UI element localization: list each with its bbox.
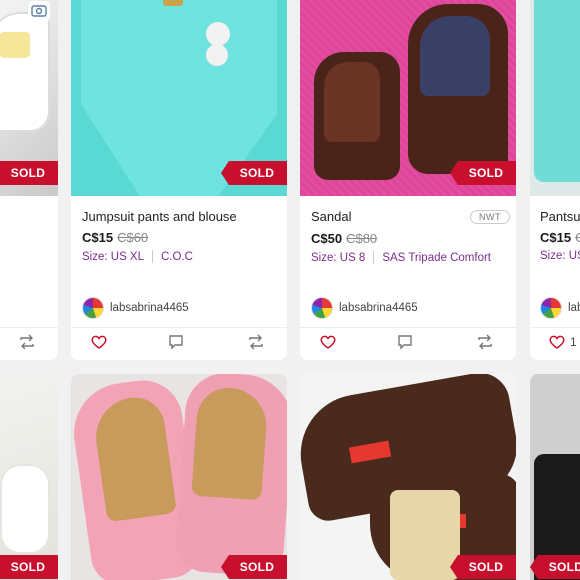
listing-price: C$15 C$60 — [82, 230, 148, 245]
listing-image[interactable] — [530, 374, 580, 580]
brand-label[interactable]: SAS Tripade Comfort — [382, 252, 491, 264]
listing-title[interactable]: Pantsui — [540, 209, 580, 224]
heart-icon[interactable] — [90, 333, 108, 351]
seller[interactable]: labsabrina4465 — [82, 297, 189, 319]
listing-price: C$15 C — [540, 230, 580, 245]
listing-card-partial-right[interactable]: SOLD — [530, 374, 580, 580]
original-price: C$60 — [117, 230, 149, 245]
listing-meta: Size: US 8 SAS Tripade Comfort — [311, 251, 491, 264]
listing-card[interactable]: SOLD — [71, 374, 287, 580]
avatar[interactable] — [311, 297, 333, 319]
listing-grid: SOLD SOLD Jumpsuit pants and blouse C$15… — [0, 0, 580, 580]
size-label[interactable]: Size: US 8 — [311, 252, 365, 264]
listing-title[interactable]: Jumpsuit pants and blouse — [82, 209, 237, 224]
listing-image[interactable] — [300, 374, 516, 580]
divider — [71, 327, 287, 328]
sold-badge: SOLD — [0, 555, 58, 579]
listing-image[interactable] — [71, 374, 287, 580]
seller[interactable]: lab — [540, 297, 580, 319]
listing-card-partial-left[interactable]: SOLD — [0, 374, 58, 580]
size-label[interactable]: Size: US XL — [82, 251, 144, 263]
avatar[interactable] — [540, 297, 562, 319]
listing-title[interactable]: Sandal — [311, 209, 351, 224]
listing-card-partial-right[interactable]: Pantsui C$15C Size: US lab 1 — [530, 0, 580, 360]
sold-badge: SOLD — [450, 555, 516, 579]
listing-card[interactable]: SOLD Sandal NWT C$50 C$80 Size: US 8 SAS T… — [300, 0, 516, 360]
sold-badge: SOLD — [530, 555, 580, 579]
share-icon[interactable] — [476, 333, 494, 351]
sold-badge: SOLD — [0, 161, 58, 185]
listing-meta: Size: US XL C.O.C — [82, 250, 193, 263]
sold-badge: SOLD — [221, 161, 287, 185]
size-label[interactable]: Size: US — [540, 250, 580, 262]
divider — [530, 327, 580, 328]
listing-image[interactable] — [530, 0, 580, 196]
divider — [0, 327, 58, 328]
share-icon[interactable] — [247, 333, 265, 351]
divider — [300, 327, 516, 328]
listing-image[interactable] — [0, 374, 58, 580]
avatar[interactable] — [82, 297, 104, 319]
like-count: 1 — [570, 335, 577, 349]
current-price: C$15 — [82, 230, 114, 245]
share-icon[interactable] — [18, 333, 36, 351]
current-price: C$50 — [311, 231, 343, 246]
listing-card[interactable]: SOLD — [300, 374, 516, 580]
sold-badge: SOLD — [221, 555, 287, 579]
original-price: C — [575, 230, 580, 245]
seller-name[interactable]: lab — [568, 302, 580, 314]
seller-name[interactable]: labsabrina4465 — [110, 302, 189, 314]
comment-icon[interactable] — [167, 333, 185, 351]
sold-badge: SOLD — [450, 161, 516, 185]
seller-name[interactable]: labsabrina4465 — [339, 302, 418, 314]
original-price: C$80 — [346, 231, 378, 246]
listing-card[interactable]: SOLD Jumpsuit pants and blouse C$15 C$60 … — [71, 0, 287, 360]
listing-price: C$50 C$80 — [311, 231, 377, 246]
heart-icon[interactable] — [319, 333, 337, 351]
listing-card-partial-left[interactable]: SOLD — [0, 0, 58, 360]
nwt-tag: NWT — [470, 210, 510, 224]
camera-icon[interactable] — [28, 1, 50, 21]
seller[interactable]: labsabrina4465 — [311, 297, 418, 319]
listing-meta: Size: US — [540, 250, 580, 262]
brand-label[interactable]: C.O.C — [161, 251, 193, 263]
comment-icon[interactable] — [396, 333, 414, 351]
current-price: C$15 — [540, 230, 572, 245]
heart-icon[interactable] — [548, 333, 566, 351]
